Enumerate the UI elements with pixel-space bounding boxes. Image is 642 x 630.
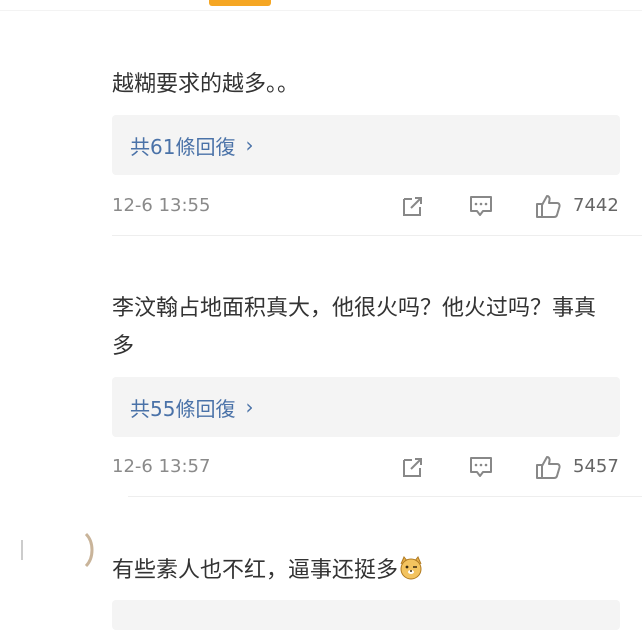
like-count: 7442 xyxy=(573,195,619,216)
comment-text: 越糊要求的越多。。 xyxy=(112,72,300,97)
comment-meta: 12-6 13:55 7442 xyxy=(112,187,622,227)
like-count: 5457 xyxy=(573,456,619,477)
comment-icon[interactable] xyxy=(466,452,496,482)
comment-text: 有些素人也不红，逼事还挺多 xyxy=(112,558,399,583)
divider xyxy=(0,10,642,11)
thumbs-up-icon[interactable] xyxy=(533,452,563,482)
comment-meta: 12-6 13:57 5457 xyxy=(112,448,622,488)
replies-count-label: 共61條回復 xyxy=(130,134,236,159)
share-icon[interactable] xyxy=(398,452,428,482)
replies-count-label: 共55條回復 xyxy=(130,396,236,421)
chevron-right-icon: › xyxy=(245,133,254,157)
divider xyxy=(112,235,642,236)
comment-timestamp: 12-6 13:57 xyxy=(112,456,211,477)
avatar[interactable] xyxy=(20,532,98,568)
thumbs-up-icon[interactable] xyxy=(533,191,563,221)
view-replies-button[interactable] xyxy=(112,600,620,630)
share-icon[interactable] xyxy=(398,191,428,221)
doge-emoji xyxy=(400,556,422,580)
view-replies-button[interactable]: 共55條回復 › xyxy=(112,377,620,437)
chevron-right-icon: › xyxy=(245,395,254,419)
view-replies-button[interactable]: 共61條回復 › xyxy=(112,115,620,175)
comment-item: 有些素人也不红，逼事还挺多 xyxy=(112,552,642,590)
active-tab-indicator xyxy=(209,0,271,6)
comment-item: 越糊要求的越多。。 xyxy=(112,66,642,104)
comment-icon[interactable] xyxy=(466,191,496,221)
comment-text: 李汶翰占地面积真大，他很火吗？他火过吗？事真多 xyxy=(112,296,597,359)
divider xyxy=(128,496,642,497)
comment-timestamp: 12-6 13:55 xyxy=(112,195,211,216)
comment-item: 李汶翰占地面积真大，他很火吗？他火过吗？事真多 xyxy=(112,290,642,366)
